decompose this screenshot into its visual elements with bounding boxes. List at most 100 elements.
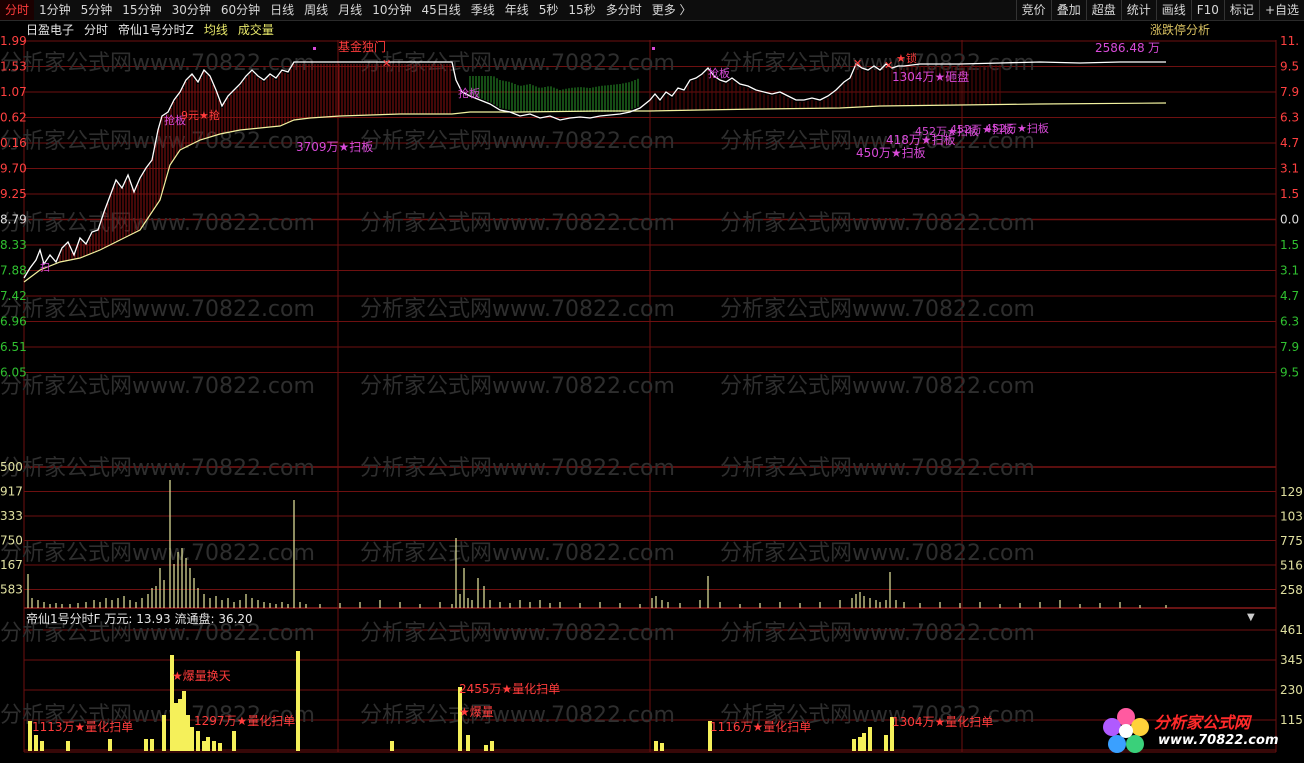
sub-indicator-bar: [484, 745, 488, 751]
sub-indicator-bar: [212, 741, 216, 751]
watermark-text: 分析家公式网www.70822.com: [360, 541, 675, 566]
sub-indicator-bar: [218, 743, 222, 751]
price-tick-right: 3.1: [1280, 162, 1299, 176]
annotation-scan-overlap: 452万★扫板: [985, 121, 1049, 135]
marker-dot: [313, 47, 316, 50]
period-tab-16[interactable]: 更多 〉: [647, 0, 697, 20]
period-tab-10[interactable]: 45日线: [416, 0, 465, 20]
toolbar-button-1[interactable]: 叠加: [1050, 0, 1086, 20]
annotation-scan-overlap: 452万★扫板: [950, 122, 1014, 136]
unit-value: 13.93: [136, 612, 171, 626]
sub-indicator-bar: [170, 655, 174, 751]
watermark-text: 分析家公式网www.70822.com: [0, 703, 315, 728]
period-tab-3[interactable]: 15分钟: [117, 0, 166, 20]
sub-indicator-bar: [150, 739, 154, 751]
limit-analysis-button[interactable]: 涨跌停分析: [1150, 21, 1210, 38]
watermark-text: 分析家公式网www.70822.com: [720, 541, 1035, 566]
stock-name: 日盈电子: [26, 23, 75, 37]
price-tick-left: 6.51: [0, 340, 27, 354]
sub-indicator-bar: [66, 741, 70, 751]
period-tab-15[interactable]: 多分时: [601, 0, 647, 20]
toolbar-button-3[interactable]: 统计: [1120, 0, 1156, 20]
price-tick-left: 6.96: [0, 315, 27, 329]
watermark-text: 分析家公式网www.70822.com: [720, 297, 1035, 322]
toolbar-button-0[interactable]: 竞价: [1015, 0, 1051, 20]
float-value: 36.20: [218, 612, 253, 626]
intraday-chart[interactable]: 分析家公式网www.70822.com 分析家公式网www.70822.com 分析…: [0, 0, 1304, 763]
volume-tick-left: 583: [0, 583, 23, 597]
annotation-amount: 2586.48: [1095, 41, 1145, 55]
watermark-text: 分析家公式网www.70822.com: [360, 456, 675, 481]
indicator-name[interactable]: 帝仙1号分时Z: [118, 21, 194, 39]
volume-tick-left: 500: [0, 460, 23, 474]
toolbar-button-6[interactable]: 标记: [1223, 0, 1259, 20]
period-tab-2[interactable]: 5分钟: [76, 0, 118, 20]
toolbar-button-4[interactable]: 画线: [1155, 0, 1191, 20]
period-tab-0[interactable]: 分时: [0, 0, 35, 20]
chart-grid: [23, 40, 1277, 753]
sub-indicator-bar: [190, 727, 194, 751]
period-tab-8[interactable]: 月线: [333, 0, 367, 20]
annotation-layer: 基金独门✕2586.48 万3709万★扫板抢板9元★抢抢板抢板✕ ✕★锁1304万…: [32, 39, 1160, 734]
sub-indicator-bar: [162, 715, 166, 751]
watermark-text: 分析家公式网www.70822.com: [360, 297, 675, 322]
sub-indicator-bar: [660, 743, 664, 751]
annotation-x-mark: ✕: [884, 59, 893, 72]
sub-indicator-bar: [458, 687, 462, 751]
period-tab-14[interactable]: 15秒: [563, 0, 600, 20]
sub-indicator-bar: [144, 739, 148, 751]
chevron-down-icon[interactable]: ▼: [1247, 612, 1255, 623]
period-tab-5[interactable]: 60分钟: [216, 0, 265, 20]
sub-annotation-1113: 1113万★量化扫单: [32, 720, 133, 734]
price-line: [23, 61, 1166, 279]
price-tick-left: 1.07: [0, 85, 27, 99]
sub-indicator-bar: [868, 727, 872, 751]
sub-tick-right: 230: [1280, 683, 1303, 697]
watermark-text: 分析家公式网www.70822.com: [360, 621, 675, 646]
annotation-scan-mark: 扫: [40, 261, 50, 274]
logo-url: www.70822.com: [1158, 733, 1279, 748]
sub-indicator-bar: [296, 651, 300, 751]
watermark-text: 分析家公式网www.70822.com: [0, 456, 315, 481]
watermark-text: 分析家公式网www.70822.com: [360, 374, 675, 399]
sub-indicator-bar: [466, 735, 470, 751]
price-tick-left: 6.05: [0, 366, 27, 380]
price-tick-left: 8.33: [0, 238, 27, 252]
toolbar-button-5[interactable]: F10: [1190, 0, 1224, 20]
period-tab-9[interactable]: 10分钟: [367, 0, 416, 20]
period-tab-4[interactable]: 30分钟: [167, 0, 216, 20]
volume-tick-left: 750: [0, 534, 23, 548]
sub-indicator-title: 帝仙1号分时F: [26, 612, 101, 626]
annotation-9yuan: 9元★抢: [181, 108, 220, 122]
period-tab-6[interactable]: 日线: [265, 0, 299, 20]
average-price-line: [23, 102, 1167, 283]
price-tick-right: 7.9: [1280, 85, 1299, 99]
period-tab-7[interactable]: 周线: [299, 0, 333, 20]
period-tab-1[interactable]: 1分钟: [34, 0, 76, 20]
sub-indicator-bar: [852, 739, 856, 751]
float-label: 流通盘:: [174, 612, 215, 626]
price-tick-right: 4.7: [1280, 136, 1299, 150]
period-tab-11[interactable]: 季线: [466, 0, 500, 20]
volume-tick-left: 917: [0, 485, 23, 499]
toolbar-button-2[interactable]: 超盘: [1085, 0, 1121, 20]
price-tick-right: 0.0: [1280, 213, 1299, 227]
toolbar-button-7[interactable]: +自选: [1258, 0, 1304, 20]
annotation-amount-unit: 万: [1148, 41, 1160, 55]
sub-indicator-bar: [708, 721, 712, 751]
annotation-fund-lone-door: 基金独门: [338, 39, 386, 54]
watermark-text: 分析家公式网www.70822.com: [720, 374, 1035, 399]
period-tab-12[interactable]: 年线: [500, 0, 534, 20]
watermark-text: 分析家公式网www.70822.com: [720, 456, 1035, 481]
annotation-scan-1304: 1304万★砸盘: [892, 69, 969, 84]
price-tick-right: 3.1: [1280, 264, 1299, 278]
watermark-text: 分析家公式网www.70822.com: [720, 51, 1035, 76]
price-tick-left: 1.53: [0, 60, 27, 74]
price-tick-right: 6.3: [1280, 315, 1299, 329]
watermark-text: 分析家公式网www.70822.com: [360, 211, 675, 236]
sub-indicator-bar: [390, 741, 394, 751]
volume-tick-right: 103: [1280, 510, 1303, 524]
price-tick-right: 7.9: [1280, 340, 1299, 354]
period-tab-13[interactable]: 5秒: [534, 0, 564, 20]
sub-indicator-bar: [654, 741, 658, 751]
